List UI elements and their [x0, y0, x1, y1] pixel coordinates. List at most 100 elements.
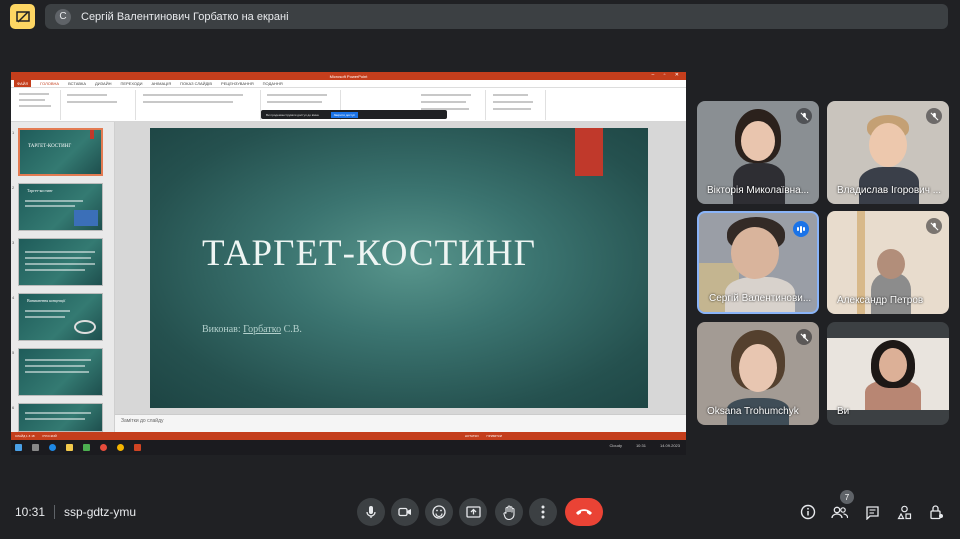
- store-icon[interactable]: [83, 444, 90, 451]
- participant-tile-active[interactable]: Сергій Валентинови...: [697, 211, 819, 314]
- more-options-button[interactable]: [529, 498, 557, 526]
- windows-taskbar: Cloudy 10:31 14.09.2023: [11, 440, 686, 455]
- self-video: [827, 338, 949, 410]
- meeting-details-button[interactable]: [799, 503, 817, 521]
- divider: [54, 505, 56, 519]
- thumb-title: Таргет-костинг: [27, 188, 53, 193]
- activities-button[interactable]: [895, 503, 913, 521]
- tray-date: 14.09.2023: [659, 443, 680, 448]
- info-icon: [800, 504, 816, 520]
- thumb-number: 1: [12, 130, 15, 135]
- slide-thumbnail-4[interactable]: Виникнення концепції: [18, 293, 103, 341]
- sharing-notification-text: Ви продемонструвати доступ до вікна: [266, 112, 319, 117]
- participant-tile[interactable]: Владислав Ігорович ...: [827, 101, 949, 204]
- presenter-banner-text: Сергій Валентинович Горбатко на екрані: [81, 10, 289, 23]
- meeting-info: 10:31 ssp-gdtz-ymu: [15, 505, 136, 519]
- shared-screen: Microsoft PowerPoint – ▫ ✕ ФАЙЛ ГОЛОВНА …: [11, 72, 686, 455]
- slide-thumbnail-3[interactable]: [18, 238, 103, 286]
- participant-tile-self[interactable]: Ви: [827, 322, 949, 425]
- presenter-banner: С Сергій Валентинович Горбатко на екрані: [45, 4, 948, 29]
- participant-name: Владислав Ігорович ...: [837, 185, 942, 196]
- notes-pane[interactable]: Замітки до слайду: [115, 414, 686, 432]
- participant-tile[interactable]: Oksana Trohumchyk: [697, 322, 819, 425]
- thumb-number: 5: [12, 350, 15, 355]
- status-comments-button[interactable]: ПРИМІТКИ: [487, 434, 502, 438]
- participant-name: Александр Петров: [837, 295, 924, 306]
- opera-icon[interactable]: [100, 444, 107, 451]
- raise-hand-button[interactable]: [495, 498, 523, 526]
- slide-title[interactable]: ТАРГЕТ-КОСТИНГ: [202, 232, 536, 275]
- ppt-ribbon: Ви продемонструвати доступ до вікна Закр…: [11, 88, 686, 122]
- thumb-title: Виникнення концепції: [27, 298, 66, 303]
- participant-tile[interactable]: Вікторія Миколаївна...: [697, 101, 819, 204]
- participant-name: Oksana Trohumchyk: [707, 406, 799, 417]
- slide-thumbnail-5[interactable]: [18, 348, 103, 396]
- search-icon[interactable]: [32, 444, 39, 451]
- people-button[interactable]: [830, 503, 848, 521]
- meeting-code[interactable]: ssp-gdtz-ymu: [64, 505, 136, 519]
- host-controls-button[interactable]: [927, 503, 945, 521]
- slide-thumbnail-2[interactable]: Таргет-костинг: [18, 183, 103, 231]
- status-language: РУССКИЙ: [42, 434, 57, 438]
- thumb-title: ТАРГЕТ-КОСТИНГ: [28, 144, 72, 149]
- presenting-icon[interactable]: [10, 4, 35, 29]
- mic-off-icon: [796, 108, 812, 124]
- tray-time: 10:31: [635, 443, 646, 448]
- ribbon-tab-view[interactable]: ПОДАННЯ: [263, 81, 283, 86]
- mic-off-icon: [926, 218, 942, 234]
- ribbon-tab-review[interactable]: РЕЦЕНЗУВАННЯ: [221, 81, 254, 86]
- mic-off-icon: [796, 329, 812, 345]
- ribbon-tab-transitions[interactable]: ПЕРЕХОДИ: [120, 81, 142, 86]
- ribbon-tab-insert[interactable]: ВСТАВКА: [68, 81, 86, 86]
- ppt-ribbon-tabs: ФАЙЛ ГОЛОВНА ВСТАВКА ДИЗАЙН ПЕРЕХОДИ АНІ…: [11, 80, 686, 88]
- system-tray: Cloudy 10:31 14.09.2023: [610, 443, 681, 448]
- ribbon-tab-slideshow[interactable]: ПОКАЗ СЛАЙДІВ: [180, 81, 212, 86]
- emoji-icon: [432, 505, 446, 519]
- sharing-notification: Ви продемонструвати доступ до вікна Закр…: [261, 110, 447, 119]
- window-controls: – ▫ ✕: [651, 72, 683, 78]
- hand-icon: [502, 504, 515, 520]
- status-slide-counter: СЛАЙД 1 З 18: [15, 434, 35, 438]
- ppt-title-bar: Microsoft PowerPoint – ▫ ✕: [11, 72, 686, 80]
- powerpoint-icon[interactable]: [134, 444, 141, 451]
- more-icon: [541, 505, 545, 519]
- folder-icon[interactable]: [66, 444, 73, 451]
- weather-text: Cloudy: [609, 443, 622, 448]
- lock-icon: [929, 505, 943, 520]
- slide-thumbnail-1[interactable]: ТАРГЕТ-КОСТИНГ: [18, 128, 103, 176]
- people-icon: [830, 506, 848, 518]
- emoji-button[interactable]: [425, 498, 453, 526]
- ribbon-tab-home[interactable]: ГОЛОВНА: [40, 81, 59, 86]
- edge-icon[interactable]: [49, 444, 56, 451]
- chat-icon: [865, 505, 879, 520]
- presenter-avatar: С: [55, 8, 71, 25]
- ribbon-tab-file[interactable]: ФАЙЛ: [14, 80, 32, 87]
- chat-button[interactable]: [863, 503, 881, 521]
- camera-button[interactable]: [391, 498, 419, 526]
- end-call-button[interactable]: [565, 498, 603, 526]
- end-call-icon: [576, 509, 592, 515]
- slide-red-bookmark: [575, 128, 603, 176]
- ribbon-tab-design[interactable]: ДИЗАЙН: [95, 81, 111, 86]
- participant-name: Ви: [837, 406, 850, 417]
- slide-subtitle[interactable]: Виконав: Горбатко С.В.: [202, 324, 302, 335]
- slide-thumbnail-6[interactable]: [18, 403, 103, 432]
- mic-off-icon: [926, 108, 942, 124]
- stop-sharing-button[interactable]: Закрити доступ: [330, 111, 359, 118]
- activities-icon: [896, 505, 911, 519]
- ppt-window-title: Microsoft PowerPoint: [329, 73, 368, 79]
- participant-tile[interactable]: Александр Петров: [827, 211, 949, 314]
- thumb-number: 3: [12, 240, 15, 245]
- windows-start-icon[interactable]: [15, 444, 22, 451]
- ribbon-tab-animation[interactable]: АНІМАЦІЯ: [152, 81, 172, 86]
- current-slide[interactable]: ТАРГЕТ-КОСТИНГ Виконав: Горбатко С.В.: [150, 128, 648, 408]
- status-notes-button[interactable]: НОТАТКИ: [465, 434, 479, 438]
- chrome-icon[interactable]: [117, 444, 124, 451]
- participant-count-badge: 7: [840, 490, 854, 504]
- thumb-number: 4: [12, 295, 15, 300]
- meeting-time: 10:31: [15, 505, 46, 519]
- slide-editor: ТАРГЕТ-КОСТИНГ Виконав: Горбатко С.В. За…: [115, 122, 686, 432]
- participant-name: Вікторія Миколаївна...: [707, 185, 810, 196]
- mic-button[interactable]: [357, 498, 385, 526]
- present-button[interactable]: [459, 498, 487, 526]
